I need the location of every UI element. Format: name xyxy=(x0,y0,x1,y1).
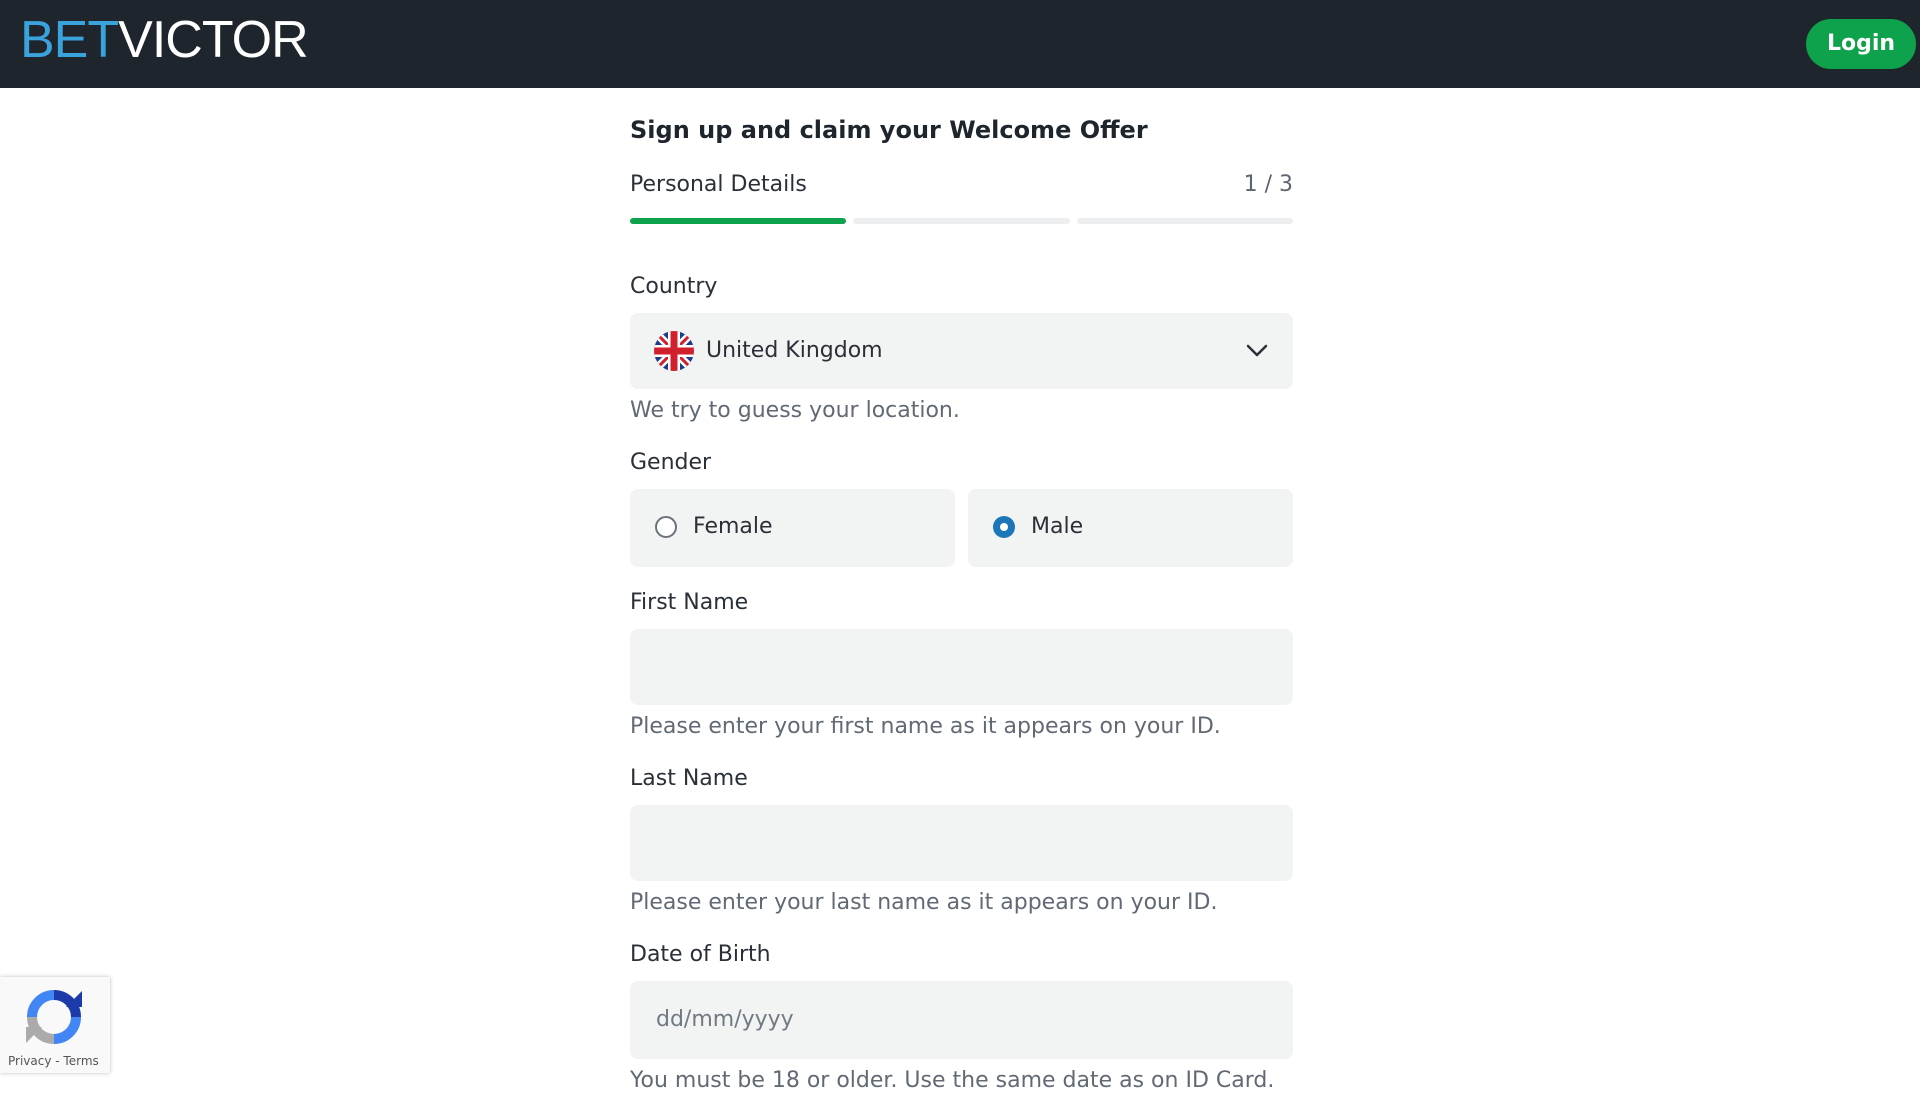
logo-bet: BET xyxy=(20,11,119,69)
female-radio[interactable] xyxy=(655,516,677,538)
country-hint: We try to guess your location. xyxy=(630,398,960,423)
progress-segment-2 xyxy=(853,218,1070,224)
last-name-input[interactable] xyxy=(630,805,1293,881)
recaptcha-icon xyxy=(26,990,82,1044)
top-bar: BETVICTOR Login xyxy=(0,0,1920,88)
country-value: United Kingdom xyxy=(706,338,883,363)
dob-label: Date of Birth xyxy=(630,942,771,967)
uk-flag-icon xyxy=(654,331,694,371)
dob-placeholder: dd/mm/yyyy xyxy=(656,1007,794,1032)
login-button[interactable]: Login xyxy=(1806,19,1916,69)
first-name-input[interactable] xyxy=(630,629,1293,705)
country-label: Country xyxy=(630,274,718,299)
chevron-down-icon xyxy=(1246,344,1268,357)
dob-hint: You must be 18 or older. Use the same da… xyxy=(630,1068,1275,1093)
step-counter: 1 / 3 xyxy=(1243,172,1293,197)
male-label: Male xyxy=(1031,514,1084,539)
last-name-label: Last Name xyxy=(630,766,748,791)
betvictor-logo[interactable]: BETVICTOR xyxy=(20,10,309,70)
logo-victor: VICTOR xyxy=(118,11,309,69)
gender-label: Gender xyxy=(630,450,712,475)
recaptcha-privacy-link[interactable]: Privacy xyxy=(8,1054,51,1068)
recaptcha-links: Privacy - Terms xyxy=(8,1053,99,1069)
recaptcha-separator: - xyxy=(51,1054,64,1068)
female-label: Female xyxy=(693,514,773,539)
page-title: Sign up and claim your Welcome Offer xyxy=(630,116,1148,144)
first-name-hint: Please enter your first name as it appea… xyxy=(630,714,1221,739)
progress-segment-1 xyxy=(630,218,846,224)
first-name-label: First Name xyxy=(630,590,749,615)
gender-option-male[interactable]: Male xyxy=(968,489,1293,567)
progress-segment-3 xyxy=(1077,218,1293,224)
step-progress-bar xyxy=(630,218,1293,224)
recaptcha-badge[interactable]: Privacy - Terms xyxy=(0,977,110,1073)
dob-input[interactable]: dd/mm/yyyy xyxy=(630,981,1293,1059)
recaptcha-terms-link[interactable]: Terms xyxy=(63,1054,98,1068)
country-select[interactable]: United Kingdom xyxy=(630,313,1293,389)
last-name-hint: Please enter your last name as it appear… xyxy=(630,890,1218,915)
gender-option-female[interactable]: Female xyxy=(630,489,955,567)
male-radio[interactable] xyxy=(993,516,1015,538)
step-name: Personal Details xyxy=(630,172,807,197)
